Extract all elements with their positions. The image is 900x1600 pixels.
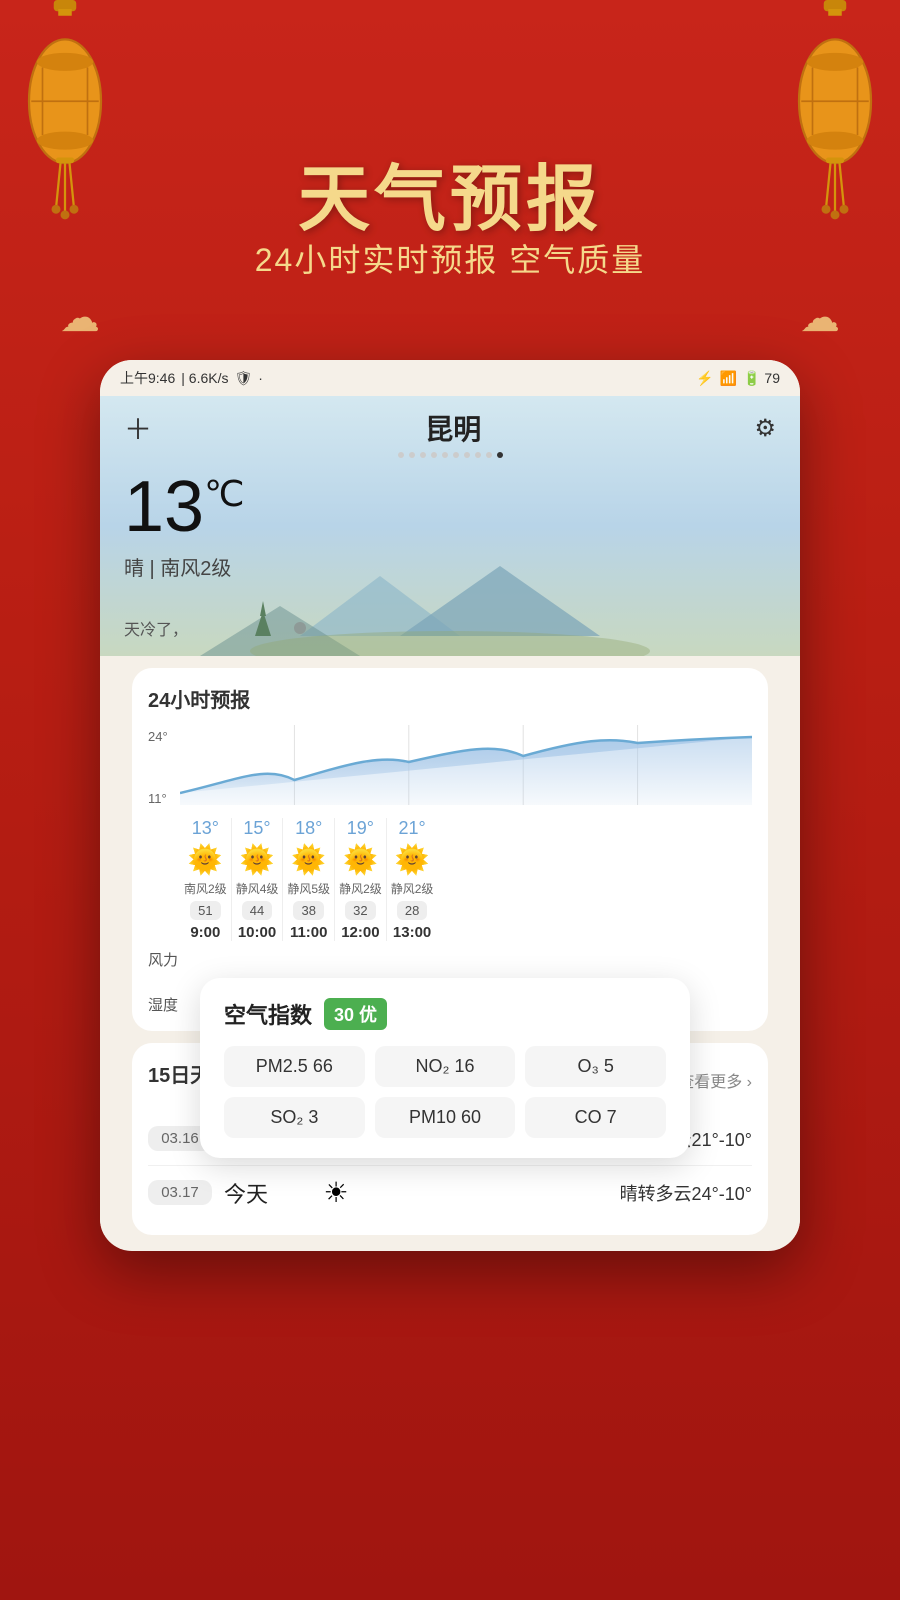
h-time-3: 12:00 xyxy=(341,924,379,941)
dot-5 xyxy=(442,452,448,458)
dot-9 xyxy=(486,452,492,458)
hourly-col-2: 18° 🌞 静风5级 38 11:00 xyxy=(283,818,335,941)
h-wind-1: 静风4级 xyxy=(236,880,279,897)
hourly-col-3: 19° 🌞 静风2级 32 12:00 xyxy=(335,818,387,941)
aq-item-no2: NO₂ 16 xyxy=(375,1046,516,1087)
status-dot: · xyxy=(258,370,263,386)
aq-score-badge: 30 优 xyxy=(324,998,387,1030)
dot-8 xyxy=(475,452,481,458)
day-row-today: 03.17 今天 ☀ 晴转多云24°-10° xyxy=(148,1166,752,1219)
hourly-col-4: 21° 🌞 静风2级 28 13:00 xyxy=(387,818,438,941)
h-humidity-0: 51 xyxy=(190,901,220,920)
status-left: 上午9:46 | 6.6K/s 🛡 · xyxy=(120,368,263,388)
h-icon-1: 🌞 xyxy=(240,843,275,876)
h-temp-1: 15° xyxy=(243,818,270,839)
add-city-button[interactable]: ＋ xyxy=(124,408,152,448)
status-icon-shield: 🛡 xyxy=(234,370,252,387)
dot-10-active xyxy=(497,452,503,458)
page-dots xyxy=(124,452,776,458)
bluetooth-icon: ⚡ xyxy=(696,370,713,387)
aq-item-o3: O₃ 5 xyxy=(525,1046,666,1087)
aq-item-pm10: PM10 60 xyxy=(375,1097,516,1138)
signal-icon: 📶 xyxy=(720,370,737,387)
wh-labels: 风力 湿度 xyxy=(148,949,180,1015)
swirl-left-decoration: ☁ xyxy=(60,295,100,341)
date-badge-today: 03.17 xyxy=(148,1180,212,1205)
aq-item-pm25: PM2.5 66 xyxy=(224,1046,365,1087)
hourly-col-0: 13° 🌞 南风2级 51 9:00 xyxy=(180,818,232,941)
dot-7 xyxy=(464,452,470,458)
h-time-4: 13:00 xyxy=(393,924,431,941)
h-time-1: 10:00 xyxy=(238,924,276,941)
hourly-col-1: 15° 🌞 静风4级 44 10:00 xyxy=(232,818,284,941)
h-humidity-2: 38 xyxy=(293,901,323,920)
h-temp-4: 21° xyxy=(398,818,425,839)
app-subtitle: 24小时实时预报 空气质量 xyxy=(0,235,900,281)
city-name: 昆明 xyxy=(425,408,481,448)
h-icon-2: 🌞 xyxy=(291,843,326,876)
h-icon-3: 🌞 xyxy=(343,843,378,876)
wind-label: 风力 xyxy=(148,949,180,970)
weather-header: ＋ 昆明 ⚙ 13℃ 晴 | 南风2级 xyxy=(100,396,800,656)
dot-2 xyxy=(409,452,415,458)
y-top-label: 24° xyxy=(148,729,180,744)
dot-3 xyxy=(420,452,426,458)
dot-6 xyxy=(453,452,459,458)
city-nav: ＋ 昆明 ⚙ xyxy=(124,408,776,448)
y-axis: 24° 11° xyxy=(148,725,180,810)
battery-icon: 🔋 79 xyxy=(743,370,780,387)
dot-1 xyxy=(398,452,404,458)
h-wind-0: 南风2级 xyxy=(184,880,227,897)
h-icon-4: 🌞 xyxy=(395,843,430,876)
h-humidity-3: 32 xyxy=(345,901,375,920)
settings-button[interactable]: ⚙ xyxy=(754,414,776,443)
h-temp-3: 19° xyxy=(347,818,374,839)
status-right: ⚡ 📶 🔋 79 xyxy=(696,370,780,387)
h-time-0: 9:00 xyxy=(190,924,220,941)
h-icon-0: 🌞 xyxy=(188,843,223,876)
aq-grid: PM2.5 66 NO₂ 16 O₃ 5 SO₂ 3 PM10 60 CO 7 xyxy=(224,1046,666,1138)
swirl-right-decoration: ☁ xyxy=(800,295,840,341)
aq-item-so2: SO₂ 3 xyxy=(224,1097,365,1138)
landscape-illustration xyxy=(100,556,800,656)
chart-area: 24° 11° xyxy=(148,725,752,810)
day-icon-today: ☀ xyxy=(316,1176,356,1209)
day-desc-today: 晴转多云24°-10° xyxy=(368,1180,752,1206)
dot-4 xyxy=(431,452,437,458)
aq-label: 空气指数 xyxy=(224,998,312,1030)
temperature-display: 13℃ xyxy=(124,466,776,548)
aq-item-co: CO 7 xyxy=(525,1097,666,1138)
h-wind-3: 静风2级 xyxy=(339,880,382,897)
day-name-today: 今天 xyxy=(224,1177,304,1209)
h-time-2: 11:00 xyxy=(290,924,328,941)
air-quality-popup: 空气指数 30 优 PM2.5 66 NO₂ 16 O₃ 5 SO₂ 3 PM1… xyxy=(200,978,690,1158)
h-temp-2: 18° xyxy=(295,818,322,839)
h-humidity-1: 44 xyxy=(242,901,272,920)
weather-prompt: 天冷了， xyxy=(124,616,188,640)
status-network: | 6.6K/s xyxy=(181,370,228,386)
hourly-columns: 13° 🌞 南风2级 51 9:00 15° 🌞 静风4级 44 10:00 1… xyxy=(180,818,752,941)
status-bar: 上午9:46 | 6.6K/s 🛡 · ⚡ 📶 🔋 79 xyxy=(100,360,800,396)
humidity-label: 湿度 xyxy=(148,994,180,1015)
h-wind-4: 静风2级 xyxy=(391,880,434,897)
h-humidity-4: 28 xyxy=(397,901,427,920)
y-bottom-label: 11° xyxy=(148,791,180,806)
app-title: 天气预报 xyxy=(0,140,900,245)
phone-card: 上午9:46 | 6.6K/s 🛡 · ⚡ 📶 🔋 79 ＋ 昆明 ⚙ xyxy=(100,360,800,1251)
h-temp-0: 13° xyxy=(192,818,219,839)
aq-header: 空气指数 30 优 xyxy=(224,998,666,1030)
forecast-24h-card: 24小时预报 24° 11° xyxy=(132,668,768,1031)
forecast-24h-title: 24小时预报 xyxy=(148,684,752,713)
h-wind-2: 静风5级 xyxy=(287,880,330,897)
status-time: 上午9:46 xyxy=(120,368,175,388)
chart-svg-wrapper xyxy=(180,725,752,810)
